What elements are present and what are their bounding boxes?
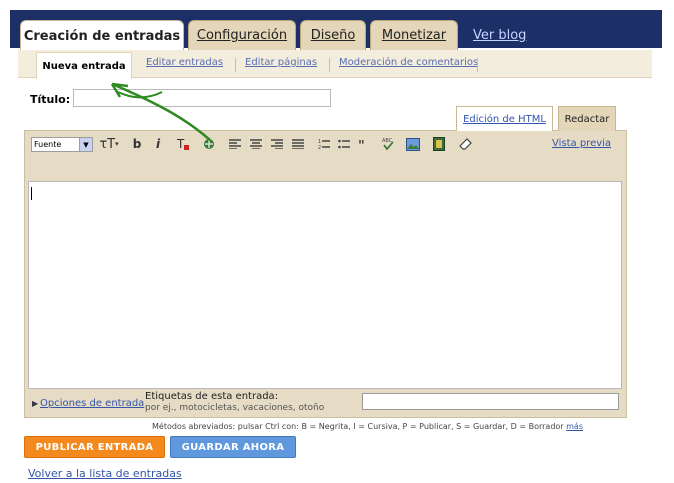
title-label: Título:	[30, 93, 71, 106]
bullet-list-button[interactable]	[337, 136, 351, 152]
bold-button[interactable]: b	[131, 136, 143, 152]
tab-redactar[interactable]: Redactar	[558, 106, 616, 131]
subtab-divider	[329, 58, 330, 72]
text-color-icon: T	[176, 137, 189, 151]
shortcuts-help: Métodos abreviados: pulsar Ctrl con: B =…	[152, 422, 583, 431]
insert-image-button[interactable]	[405, 136, 421, 152]
back-to-posts-link[interactable]: Volver a la lista de entradas	[28, 467, 182, 480]
numbered-list-icon: 12	[318, 139, 330, 150]
tab-diseno[interactable]: Diseño	[300, 20, 366, 50]
svg-text:": "	[358, 139, 365, 149]
tab-edicion-html[interactable]: Edición de HTML	[456, 106, 553, 131]
view-blog-link[interactable]: Ver blog	[473, 28, 526, 43]
preview-link[interactable]: Vista previa	[552, 138, 611, 149]
remove-formatting-button[interactable]	[458, 136, 472, 152]
post-options-link[interactable]: Opciones de entrada	[40, 398, 144, 409]
text-caret	[31, 187, 32, 200]
quote-button[interactable]: "	[357, 136, 371, 152]
link-icon	[204, 139, 214, 149]
eraser-icon	[458, 138, 472, 150]
font-select[interactable]: Fuente ▼	[31, 137, 93, 152]
image-icon	[406, 137, 420, 151]
justify-button[interactable]	[291, 136, 305, 152]
spellcheck-button[interactable]: ABC	[381, 136, 395, 152]
insert-video-button[interactable]	[431, 136, 447, 152]
tab-creacion-entradas[interactable]: Creación de entradas	[20, 20, 184, 51]
video-icon	[433, 137, 445, 151]
subtab-moderacion-comentarios[interactable]: Moderación de comentarios	[339, 57, 478, 68]
publish-button[interactable]: PUBLICAR ENTRADA	[24, 436, 165, 458]
tab-configuracion[interactable]: Configuración	[188, 20, 296, 50]
align-left-button[interactable]	[228, 136, 242, 152]
bullet-list-icon	[338, 139, 350, 149]
quote-icon: "	[358, 139, 365, 149]
subtab-divider	[235, 58, 236, 72]
align-right-button[interactable]	[270, 136, 284, 152]
post-body-editor[interactable]	[28, 181, 622, 389]
font-size-button[interactable]: τT ▾	[97, 136, 121, 152]
justify-icon	[292, 139, 304, 149]
align-center-icon	[250, 139, 262, 149]
align-left-icon	[229, 139, 241, 149]
subtab-nueva-entrada[interactable]: Nueva entrada	[36, 52, 132, 79]
subtab-editar-entradas[interactable]: Editar entradas	[146, 57, 223, 68]
svg-text:2: 2	[318, 145, 321, 150]
expand-triangle-icon[interactable]: ▶	[32, 399, 38, 408]
align-right-icon	[271, 139, 283, 149]
font-select-value: Fuente	[34, 140, 62, 149]
caret-down-icon: ▾	[115, 140, 119, 148]
align-center-button[interactable]	[249, 136, 263, 152]
shortcuts-text: Métodos abreviados: pulsar Ctrl con: B =…	[152, 422, 564, 431]
svg-text:T: T	[176, 137, 185, 151]
save-now-button[interactable]: GUARDAR AHORA	[170, 436, 296, 458]
text-color-button[interactable]: T	[175, 136, 191, 152]
subtab-editar-paginas[interactable]: Editar páginas	[245, 57, 317, 68]
spellcheck-icon: ABC	[382, 138, 394, 151]
tags-label: Etiquetas de esta entrada:	[145, 391, 279, 402]
shortcuts-more-link[interactable]: más	[566, 422, 583, 431]
tab-monetizar[interactable]: Monetizar	[370, 20, 458, 50]
numbered-list-button[interactable]: 12	[317, 136, 331, 152]
tags-hint: por ej., motocicletas, vacaciones, otoño	[145, 403, 325, 413]
subtab-divider	[477, 58, 478, 72]
title-input[interactable]	[73, 89, 331, 107]
chevron-down-icon: ▼	[79, 138, 92, 151]
font-size-icon: τT	[99, 136, 116, 152]
link-button[interactable]	[201, 136, 217, 152]
italic-button[interactable]: i	[153, 136, 163, 152]
tags-input[interactable]	[362, 393, 619, 410]
